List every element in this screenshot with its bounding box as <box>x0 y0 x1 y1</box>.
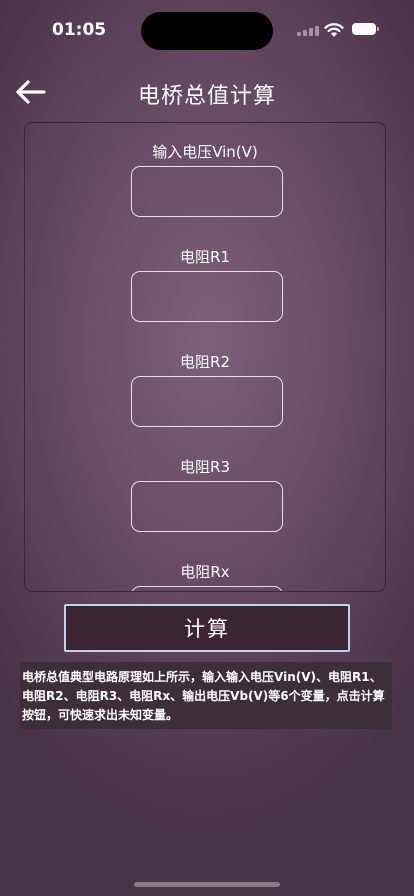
field-label-rx: 电阻Rx <box>180 563 230 581</box>
wifi-icon <box>324 23 344 37</box>
calculate-button[interactable]: 计算 <box>64 604 350 652</box>
r2-input[interactable] <box>131 376 283 427</box>
cellular-signal-icon <box>297 26 319 36</box>
field-label-r2: 电阻R2 <box>180 353 230 371</box>
r3-input[interactable] <box>131 481 283 532</box>
dynamic-island <box>141 12 273 50</box>
r1-input[interactable] <box>131 271 283 322</box>
page-title: 电桥总值计算 <box>137 84 276 109</box>
status-bar: 01:05 <box>0 0 414 60</box>
field-label-r1: 电阻R1 <box>180 248 230 266</box>
battery-icon <box>352 23 379 35</box>
vin-input[interactable] <box>131 166 283 217</box>
status-time: 01:05 <box>52 20 107 40</box>
field-label-vin: 输入电压Vin(V) <box>152 143 258 161</box>
input-panel[interactable]: 输入电压Vin(V) 电阻R1 电阻R2 电阻R3 电阻Rx <box>24 122 386 592</box>
rx-input[interactable] <box>131 586 283 591</box>
description-text: 电桥总值典型电路原理如上所示，输入输入电压Vin(V)、电阻R1、电阻R2、电阻… <box>20 662 392 729</box>
field-label-r3: 电阻R3 <box>180 458 230 476</box>
home-indicator <box>134 882 280 887</box>
